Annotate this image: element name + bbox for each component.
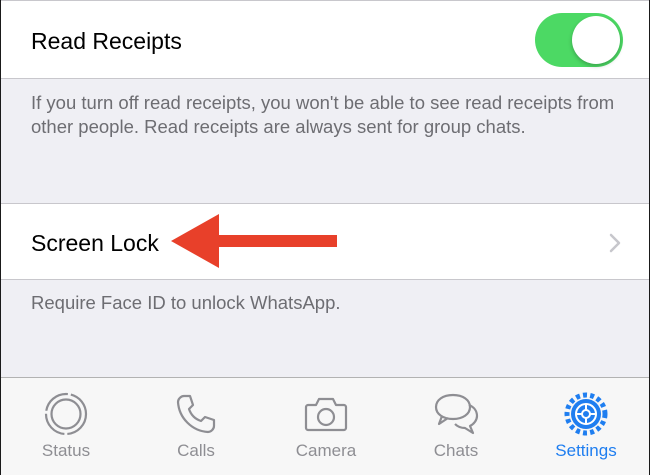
tab-camera[interactable]: Camera: [261, 378, 391, 475]
tab-settings[interactable]: Settings: [521, 378, 650, 475]
screen-lock-note: Require Face ID to unlock WhatsApp.: [31, 292, 341, 313]
read-receipts-row: Read Receipts: [1, 0, 649, 79]
chat-bubbles-icon: [434, 393, 479, 435]
tab-camera-label: Camera: [295, 441, 357, 460]
phone-icon: [176, 394, 216, 434]
gear-icon: [564, 392, 608, 436]
chevron-right-icon: [609, 233, 621, 253]
tab-bar: Status Calls Camera Chats Settings: [1, 377, 649, 475]
tab-status-label: Status: [41, 441, 91, 460]
read-receipts-label: Read Receipts: [31, 28, 182, 54]
camera-icon: [304, 397, 348, 432]
tab-status[interactable]: Status: [1, 378, 131, 475]
screen-lock-label: Screen Lock: [31, 230, 159, 256]
tab-settings-label: Settings: [555, 441, 617, 460]
tab-calls-label: Calls: [177, 441, 215, 460]
tab-chats-label: Chats: [433, 441, 479, 460]
toggle-knob: [572, 16, 620, 64]
tab-calls[interactable]: Calls: [131, 378, 261, 475]
read-receipts-note: If you turn off read receipts, you won't…: [31, 92, 615, 137]
tab-chats[interactable]: Chats: [391, 378, 521, 475]
red-arrow-left-icon: [171, 214, 337, 268]
read-receipts-toggle[interactable]: [535, 13, 623, 67]
status-icon: [44, 392, 88, 436]
